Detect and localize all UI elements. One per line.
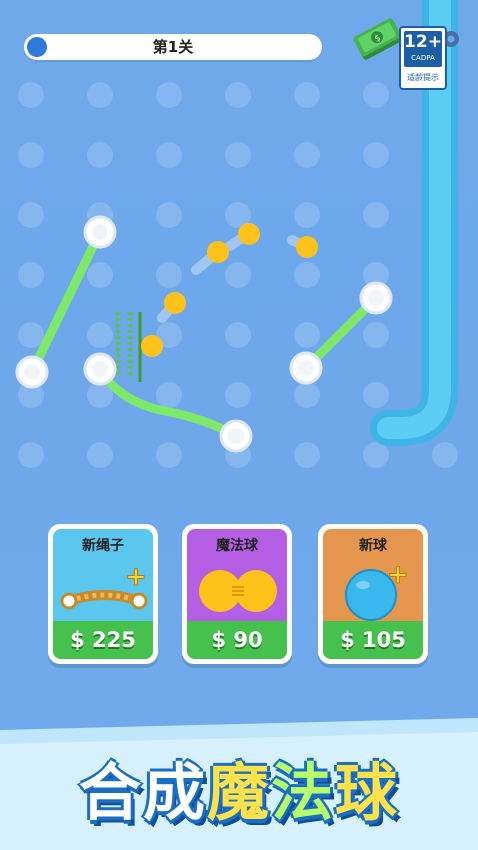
rope[interactable] [95,364,241,441]
ball [164,292,186,314]
card-price: $ 90 [187,621,287,659]
rope-length-indicator [115,312,142,382]
card-price: $ 225 [53,621,153,659]
card-background: 新球 + $ 105 [323,529,423,659]
promo-char: 球 [335,756,400,829]
shop-card-new-rope[interactable]: 新绳子 + $ 225 [48,524,158,664]
peg[interactable] [83,352,117,386]
svg-text:+: + [387,560,409,590]
promo-char: 合 [78,756,143,829]
peg[interactable] [83,215,117,249]
card-price: $ 105 [323,621,423,659]
card-title: 新球 [359,538,387,554]
rope[interactable] [27,227,105,377]
game-board[interactable] [0,0,478,520]
card-background: 新绳子 + $ 225 [53,529,153,659]
peg[interactable] [15,355,49,389]
ball [296,236,318,258]
card-title: 魔法球 [216,538,258,554]
merge-balls-icon [199,570,277,612]
shop-card-new-ball[interactable]: 新球 + $ 105 [318,524,428,664]
promo-char: 魔 [206,756,271,829]
promo-char: 法 [271,756,336,829]
ball [207,241,229,263]
peg[interactable] [289,351,323,385]
ball [141,335,163,357]
promo-char: 成 [142,756,207,829]
shop-card-magic-ball[interactable]: 魔法球 $ 90 [182,524,292,664]
new-ball-icon: + [345,560,409,621]
peg[interactable] [359,281,393,315]
peg[interactable] [219,419,253,453]
ball [238,223,260,245]
promo-title: 合成魔法球 [0,742,478,832]
svg-text:+: + [125,562,147,592]
rope-icon: + [60,562,148,610]
card-background: 魔法球 $ 90 [187,529,287,659]
card-title: 新绳子 [82,538,124,554]
